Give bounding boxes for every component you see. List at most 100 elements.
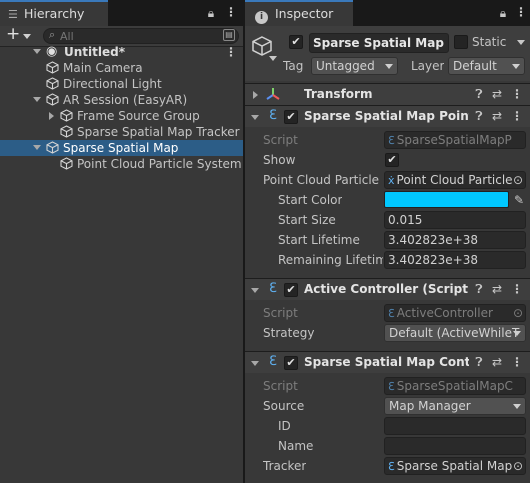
eyedropper-icon[interactable]: ✎: [513, 193, 525, 207]
menu-icon[interactable]: ⋮: [225, 5, 237, 19]
collapse-arrow-icon[interactable]: [251, 361, 259, 366]
component-enabled-checkbox[interactable]: ✔: [284, 110, 298, 124]
static-checkbox[interactable]: ✔: [454, 35, 468, 49]
script-icon: ℇ: [269, 108, 277, 123]
source-dropdown[interactable]: Map Manager: [384, 397, 526, 415]
cube-icon: [46, 77, 59, 90]
point-cloud-component-header[interactable]: ℇ ✔ Sparse Spatial Map Point Cl ❓︎ ⇄ ⋮: [245, 105, 530, 127]
tag-value: Untagged: [316, 59, 375, 73]
layer-label: Layer: [411, 59, 445, 73]
script-icon: ℇ: [269, 354, 277, 369]
hierarchy-tabbar: ☰ Hierarchy 🔒︎ ⋮: [0, 0, 243, 26]
tracker-field[interactable]: ℇ Sparse Spatial Map ⊙: [384, 457, 526, 475]
search-field[interactable]: ⌕ ▤: [43, 28, 239, 44]
pcps-field[interactable]: ẋ Point Cloud Particle ⊙: [384, 171, 526, 189]
start-color-swatch[interactable]: [384, 191, 509, 208]
help-icon[interactable]: ❓︎: [473, 282, 485, 296]
inspector-menu-icon[interactable]: ⋮: [515, 5, 527, 19]
search-input[interactable]: [60, 29, 220, 43]
collapse-arrow-icon[interactable]: [33, 97, 41, 102]
cube-icon: [60, 109, 73, 122]
expand-arrow-icon[interactable]: [33, 49, 41, 54]
target-icon[interactable]: ⊙: [513, 172, 523, 188]
search-options-icon[interactable]: ▤: [223, 29, 235, 41]
hierarchy-item[interactable]: Directional Light: [0, 76, 243, 92]
hierarchy-item[interactable]: Main Camera: [0, 60, 243, 76]
info-icon: i: [255, 11, 268, 24]
map-controller-header[interactable]: ℇ ✔ Sparse Spatial Map Controll ❓︎ ⇄ ⋮: [245, 351, 530, 373]
hierarchy-item-label: Main Camera: [63, 61, 143, 75]
collapse-arrow-icon[interactable]: [251, 115, 259, 120]
hierarchy-item[interactable]: AR Session (EasyAR): [0, 92, 243, 108]
id-field[interactable]: [384, 417, 526, 435]
sliders-icon[interactable]: ⇄: [491, 87, 503, 101]
expand-arrow-icon[interactable]: [49, 112, 54, 120]
script-value: ActiveController: [396, 306, 493, 320]
help-icon[interactable]: ❓︎: [473, 109, 485, 123]
target-icon[interactable]: ⊙: [513, 458, 523, 474]
kebab-icon[interactable]: ⋮: [511, 355, 523, 369]
remaining-lifetime-field[interactable]: 3.402823e+38: [384, 251, 526, 269]
script-label: Script: [263, 379, 298, 393]
start-color-label: Start Color: [278, 193, 343, 207]
tag-dropdown[interactable]: Untagged: [311, 57, 398, 75]
add-button[interactable]: +: [4, 24, 34, 45]
strategy-dropdown[interactable]: Default (ActiveWhileT: [384, 324, 526, 342]
help-icon[interactable]: ❓︎: [473, 87, 485, 101]
start-lifetime-field[interactable]: 3.402823e+38: [384, 231, 526, 249]
component-enabled-checkbox[interactable]: ✔: [284, 356, 298, 370]
lock-icon[interactable]: 🔒︎: [205, 6, 217, 20]
kebab-icon[interactable]: ⋮: [511, 109, 523, 123]
hierarchy-item[interactable]: Point Cloud Particle System: [0, 156, 243, 172]
sliders-icon[interactable]: ⇄: [491, 282, 503, 296]
tracker-label: Tracker: [263, 459, 307, 473]
inspector-lock-icon[interactable]: 🔒︎: [497, 6, 509, 20]
show-label: Show: [263, 153, 296, 167]
static-dropdown-arrow[interactable]: [517, 40, 525, 45]
sliders-icon[interactable]: ⇄: [491, 355, 503, 369]
script-field: ℇ SparseSpatialMapP: [384, 131, 526, 149]
layer-dropdown[interactable]: Default: [448, 57, 525, 75]
script-value: SparseSpatialMapP: [396, 133, 512, 147]
component-enabled-checkbox[interactable]: ✔: [284, 283, 298, 297]
hierarchy-tab[interactable]: ☰ Hierarchy: [0, 0, 108, 26]
cube-icon: [46, 61, 59, 74]
hierarchy-item[interactable]: Sparse Spatial Map Tracker: [0, 124, 243, 140]
strategy-label: Strategy: [263, 326, 315, 340]
inspector-tab[interactable]: i Inspector: [245, 0, 353, 26]
chevron-down-icon: [23, 34, 31, 39]
strategy-value: Default (ActiveWhileT: [389, 326, 520, 340]
show-checkbox[interactable]: ✔: [385, 153, 399, 167]
name-field[interactable]: [384, 437, 526, 455]
start-size-label: Start Size: [278, 213, 336, 227]
remaining-lifetime-label: Remaining Lifetime: [278, 253, 383, 267]
script-icon: ℇ: [388, 307, 395, 320]
icon-picker-arrow[interactable]: [269, 56, 277, 61]
active-checkbox[interactable]: ✔: [289, 35, 303, 49]
kebab-icon[interactable]: ⋮: [511, 282, 523, 296]
scene-row[interactable]: ◉ Untitled* ⋮: [0, 44, 243, 60]
transform-icon: [266, 88, 280, 100]
script-label: Script: [263, 306, 298, 320]
tracker-value: Sparse Spatial Map: [396, 459, 513, 473]
unity-scene-icon: ◉: [46, 44, 58, 59]
kebab-icon[interactable]: ⋮: [511, 87, 523, 101]
transform-header[interactable]: Transform ❓︎ ⇄ ⋮: [245, 83, 530, 105]
collapse-arrow-icon[interactable]: [33, 145, 41, 150]
script-icon: ℇ: [388, 460, 395, 473]
hierarchy-item[interactable]: Frame Source Group: [0, 108, 243, 124]
active-controller-header[interactable]: ℇ ✔ Active Controller (Script) ❓︎ ⇄ ⋮: [245, 278, 530, 300]
hierarchy-panel: ☰ Hierarchy 🔒︎ ⋮ + ⌕ ▤ ◉ Untitled* ⋮ Mai…: [0, 0, 243, 483]
help-icon[interactable]: ❓︎: [473, 355, 485, 369]
collapse-arrow-icon[interactable]: [251, 288, 259, 293]
start-size-field[interactable]: 0.015: [384, 211, 526, 229]
inspector-tab-label: Inspector: [274, 6, 334, 21]
scene-menu-icon[interactable]: ⋮: [225, 45, 237, 59]
hierarchy-item[interactable]: Sparse Spatial Map: [0, 140, 243, 156]
sliders-icon[interactable]: ⇄: [491, 109, 503, 123]
inspector-tabbar: i Inspector 🔒︎ ⋮: [245, 0, 530, 26]
component-title: Active Controller (Script): [304, 282, 469, 296]
expand-arrow-icon[interactable]: [253, 91, 258, 99]
object-name-field[interactable]: Sparse Spatial Map: [309, 33, 449, 53]
hierarchy-tab-label: Hierarchy: [23, 6, 85, 21]
